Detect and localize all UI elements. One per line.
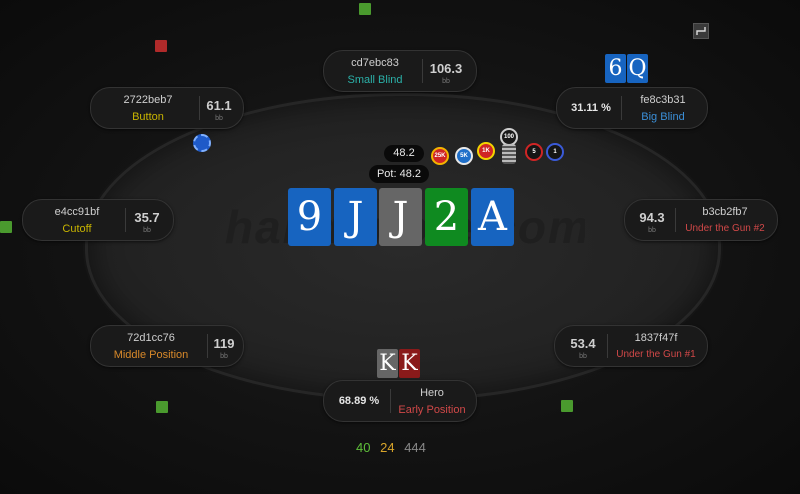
chip-5k: 5K xyxy=(455,147,473,165)
divider xyxy=(675,208,676,232)
stack-unit: bb xyxy=(648,227,656,234)
divider xyxy=(621,96,622,120)
board-card: J xyxy=(379,188,422,246)
marker-square xyxy=(561,400,573,412)
hole-card: Q xyxy=(627,54,648,83)
player-name: b3cb2fb7 xyxy=(702,206,748,218)
player-name: 1837f47f xyxy=(634,332,678,344)
seat-under-the-gun-2[interactable]: 94.3 bb b3cb2fb7 Under the Gun #2 xyxy=(624,199,778,241)
player-name: fe8c3b31 xyxy=(640,94,686,106)
player-stack: 119 xyxy=(213,336,235,351)
player-position: Small Blind xyxy=(347,74,403,86)
divider xyxy=(125,208,126,232)
board-card: 2 xyxy=(425,188,468,246)
marker-square xyxy=(359,3,371,15)
player-name: 72d1cc76 xyxy=(127,332,175,344)
player-stack: 53.4 xyxy=(570,336,596,351)
chip-stack xyxy=(502,144,516,164)
player-position: Button xyxy=(132,111,164,123)
player-position: Early Position xyxy=(398,404,466,416)
stack-unit: bb xyxy=(220,353,228,360)
marker-square xyxy=(0,221,12,233)
seat-big-blind[interactable]: 31.11 % fe8c3b31 Big Blind xyxy=(556,87,708,129)
stat-green: 40 xyxy=(356,440,371,455)
hole-card: K xyxy=(377,349,398,378)
marker-square xyxy=(156,401,168,413)
seat-small-blind[interactable]: cd7ebc83 Small Blind 106.3 bb xyxy=(323,50,477,92)
chip-1k: 1K xyxy=(477,142,495,160)
footer-stats: 40 24 444 xyxy=(356,440,446,456)
stack-unit: bb xyxy=(579,353,587,360)
player-position: Under the Gun #1 xyxy=(616,349,696,360)
hole-card: K xyxy=(399,349,420,378)
player-position: Under the Gun #2 xyxy=(685,223,765,234)
divider xyxy=(422,59,423,83)
stack-unit: bb xyxy=(442,78,450,85)
player-equity: 68.89 % xyxy=(338,395,380,407)
player-name: Hero xyxy=(420,387,444,399)
player-stack: 61.1 xyxy=(206,98,232,113)
chip-1: 1 xyxy=(546,143,564,161)
player-stack: 35.7 xyxy=(134,210,160,225)
player-position: Cutoff xyxy=(62,223,92,235)
seat-cutoff[interactable]: e4cc91bf Cutoff 35.7 bb xyxy=(22,199,174,241)
replay-icon[interactable] xyxy=(693,23,709,39)
player-stack: 106.3 xyxy=(429,61,463,76)
marker-square xyxy=(155,40,167,52)
divider xyxy=(390,389,391,413)
stack-unit: bb xyxy=(143,227,151,234)
seat-hero[interactable]: 68.89 % Hero Early Position xyxy=(323,380,477,422)
chip-25k: 25K xyxy=(431,147,449,165)
player-stack: 94.3 xyxy=(639,210,665,225)
player-name: cd7ebc83 xyxy=(351,57,399,69)
stat-orange: 24 xyxy=(380,440,395,455)
dealer-button-icon xyxy=(193,134,211,152)
player-name: e4cc91bf xyxy=(54,206,100,218)
player-name: 2722beb7 xyxy=(123,94,173,106)
bet-amount: 48.2 xyxy=(384,145,424,162)
seat-middle-position[interactable]: 72d1cc76 Middle Position 119 bb xyxy=(90,325,244,367)
seat-button[interactable]: 2722beb7 Button 61.1 bb xyxy=(90,87,244,129)
hole-card: 6 xyxy=(605,54,626,83)
board-card: 9 xyxy=(288,188,331,246)
stack-unit: bb xyxy=(215,115,223,122)
seat-under-the-gun-1[interactable]: 53.4 bb 1837f47f Under the Gun #1 xyxy=(554,325,708,367)
pot-total: Pot: 48.2 xyxy=(369,165,429,183)
player-position: Big Blind xyxy=(641,111,685,123)
board-card: A xyxy=(471,188,514,246)
player-position: Middle Position xyxy=(113,349,189,361)
chip-5: 5 xyxy=(525,143,543,161)
stat-gray: 444 xyxy=(404,440,426,455)
board-card: J xyxy=(334,188,377,246)
player-equity: 31.11 % xyxy=(571,102,611,114)
divider xyxy=(607,334,608,358)
